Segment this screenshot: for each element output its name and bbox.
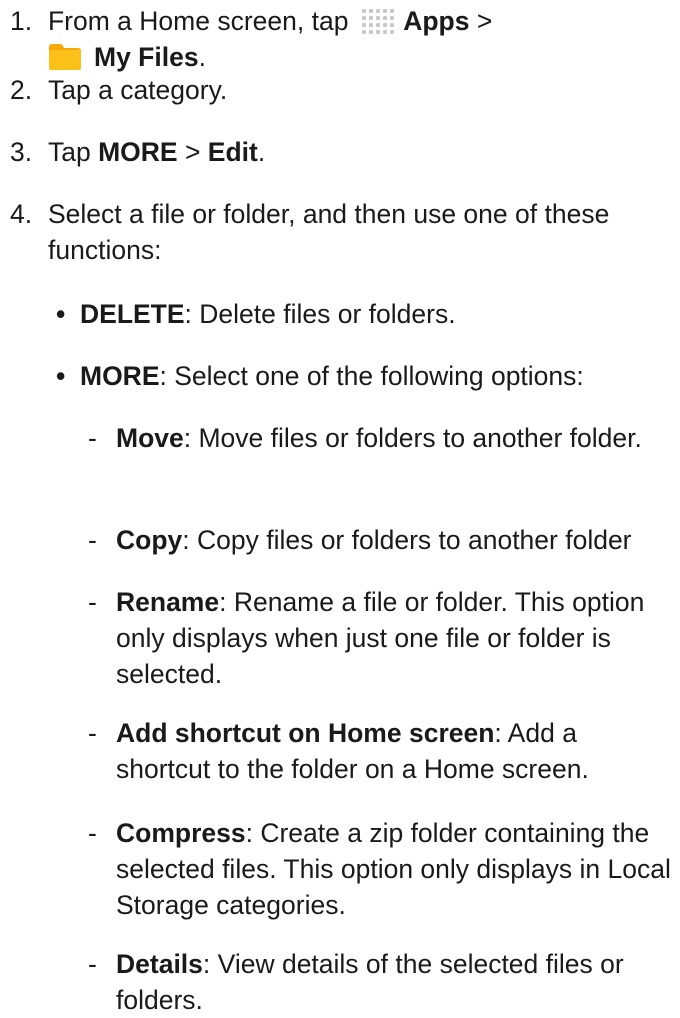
my-files-label: My Files (94, 42, 199, 72)
sub-item-add-shortcut: - Add shortcut on Home screen: Add a sho… (88, 715, 678, 787)
sub-item-marker: - (88, 587, 97, 617)
sub-item-term: Move (116, 423, 184, 453)
sub-item-move: - Move: Move files or folders to another… (88, 420, 678, 456)
bullet-desc: : Delete files or folders. (184, 299, 456, 329)
sub-item-term: Add shortcut on Home screen (116, 718, 495, 748)
separator: > (469, 6, 493, 36)
sub-item-text: Rename: Rename a file or folder. This op… (116, 584, 678, 692)
bullet-delete: • DELETE: Delete files or folders. (56, 296, 676, 332)
step-end-period: . (257, 137, 266, 167)
sub-item-term: Rename (116, 587, 220, 617)
sub-item-term: Compress (116, 818, 246, 848)
step-text: Tap a category. (48, 75, 228, 105)
bullet-text: MORE: Select one of the following option… (80, 358, 676, 394)
step-number: 3. (10, 137, 33, 167)
sub-item-text: Details: View details of the selected fi… (116, 946, 678, 1018)
sub-item-marker: - (88, 949, 97, 979)
step-text: From a Home screen, tap Apps > My Files. (48, 3, 675, 75)
sub-item-copy: - Copy: Copy files or folders to another… (88, 522, 678, 558)
sub-item-details: - Details: View details of the selected … (88, 946, 678, 1018)
step-end-period: . (198, 42, 206, 72)
sub-item-text: Copy: Copy files or folders to another f… (116, 522, 678, 558)
sub-item-marker: - (88, 718, 97, 748)
step-4: 4. Select a file or folder, and then use… (10, 196, 675, 268)
bullet-text: DELETE: Delete files or folders. (80, 296, 676, 332)
bullet-desc: : Select one of the following options: (159, 361, 584, 391)
edit-label: Edit (207, 137, 258, 167)
step-text-lead: From a Home screen, tap (48, 6, 349, 36)
sub-item-text: Add shortcut on Home screen: Add a short… (116, 715, 678, 787)
sub-item-compress: - Compress: Create a zip folder containi… (88, 815, 678, 923)
apps-label: Apps (403, 6, 470, 36)
sub-item-text: Compress: Create a zip folder containing… (116, 815, 678, 923)
more-label: MORE (98, 137, 178, 167)
bullet-marker: • (56, 299, 66, 329)
step-number: 1. (10, 6, 33, 36)
sub-item-term: Details (116, 949, 203, 979)
step-text: Select a file or folder, and then use on… (48, 199, 610, 265)
sub-item-marker: - (88, 525, 97, 555)
separator: > (177, 137, 208, 167)
sub-item-marker: - (88, 423, 97, 453)
step-text: Tap MORE > Edit. (48, 134, 675, 170)
sub-item-text: Move: Move files or folders to another f… (116, 420, 678, 456)
sub-item-term: Copy (116, 525, 183, 555)
sub-item-desc: : Move files or folders to another folde… (183, 423, 642, 453)
sub-item-rename: - Rename: Rename a file or folder. This … (88, 584, 678, 692)
bullet-more: • MORE: Select one of the following opti… (56, 358, 676, 394)
sub-item-marker: - (88, 818, 97, 848)
step-number: 4. (10, 199, 33, 229)
step-text-lead: Tap (48, 137, 99, 167)
apps-grid-icon (361, 9, 394, 34)
bullet-marker: • (56, 361, 66, 391)
bullet-term: MORE (80, 361, 160, 391)
step-number: 2. (10, 75, 33, 105)
sub-item-desc: : Copy files or folders to another folde… (182, 525, 632, 555)
bullet-term: DELETE (80, 299, 185, 329)
my-files-folder-icon (49, 44, 81, 70)
step-3: 3. Tap MORE > Edit. (10, 134, 675, 170)
step-2: 2. Tap a category. (10, 72, 675, 108)
step-1: 1. From a Home screen, tap Apps > My Fil… (10, 3, 675, 75)
